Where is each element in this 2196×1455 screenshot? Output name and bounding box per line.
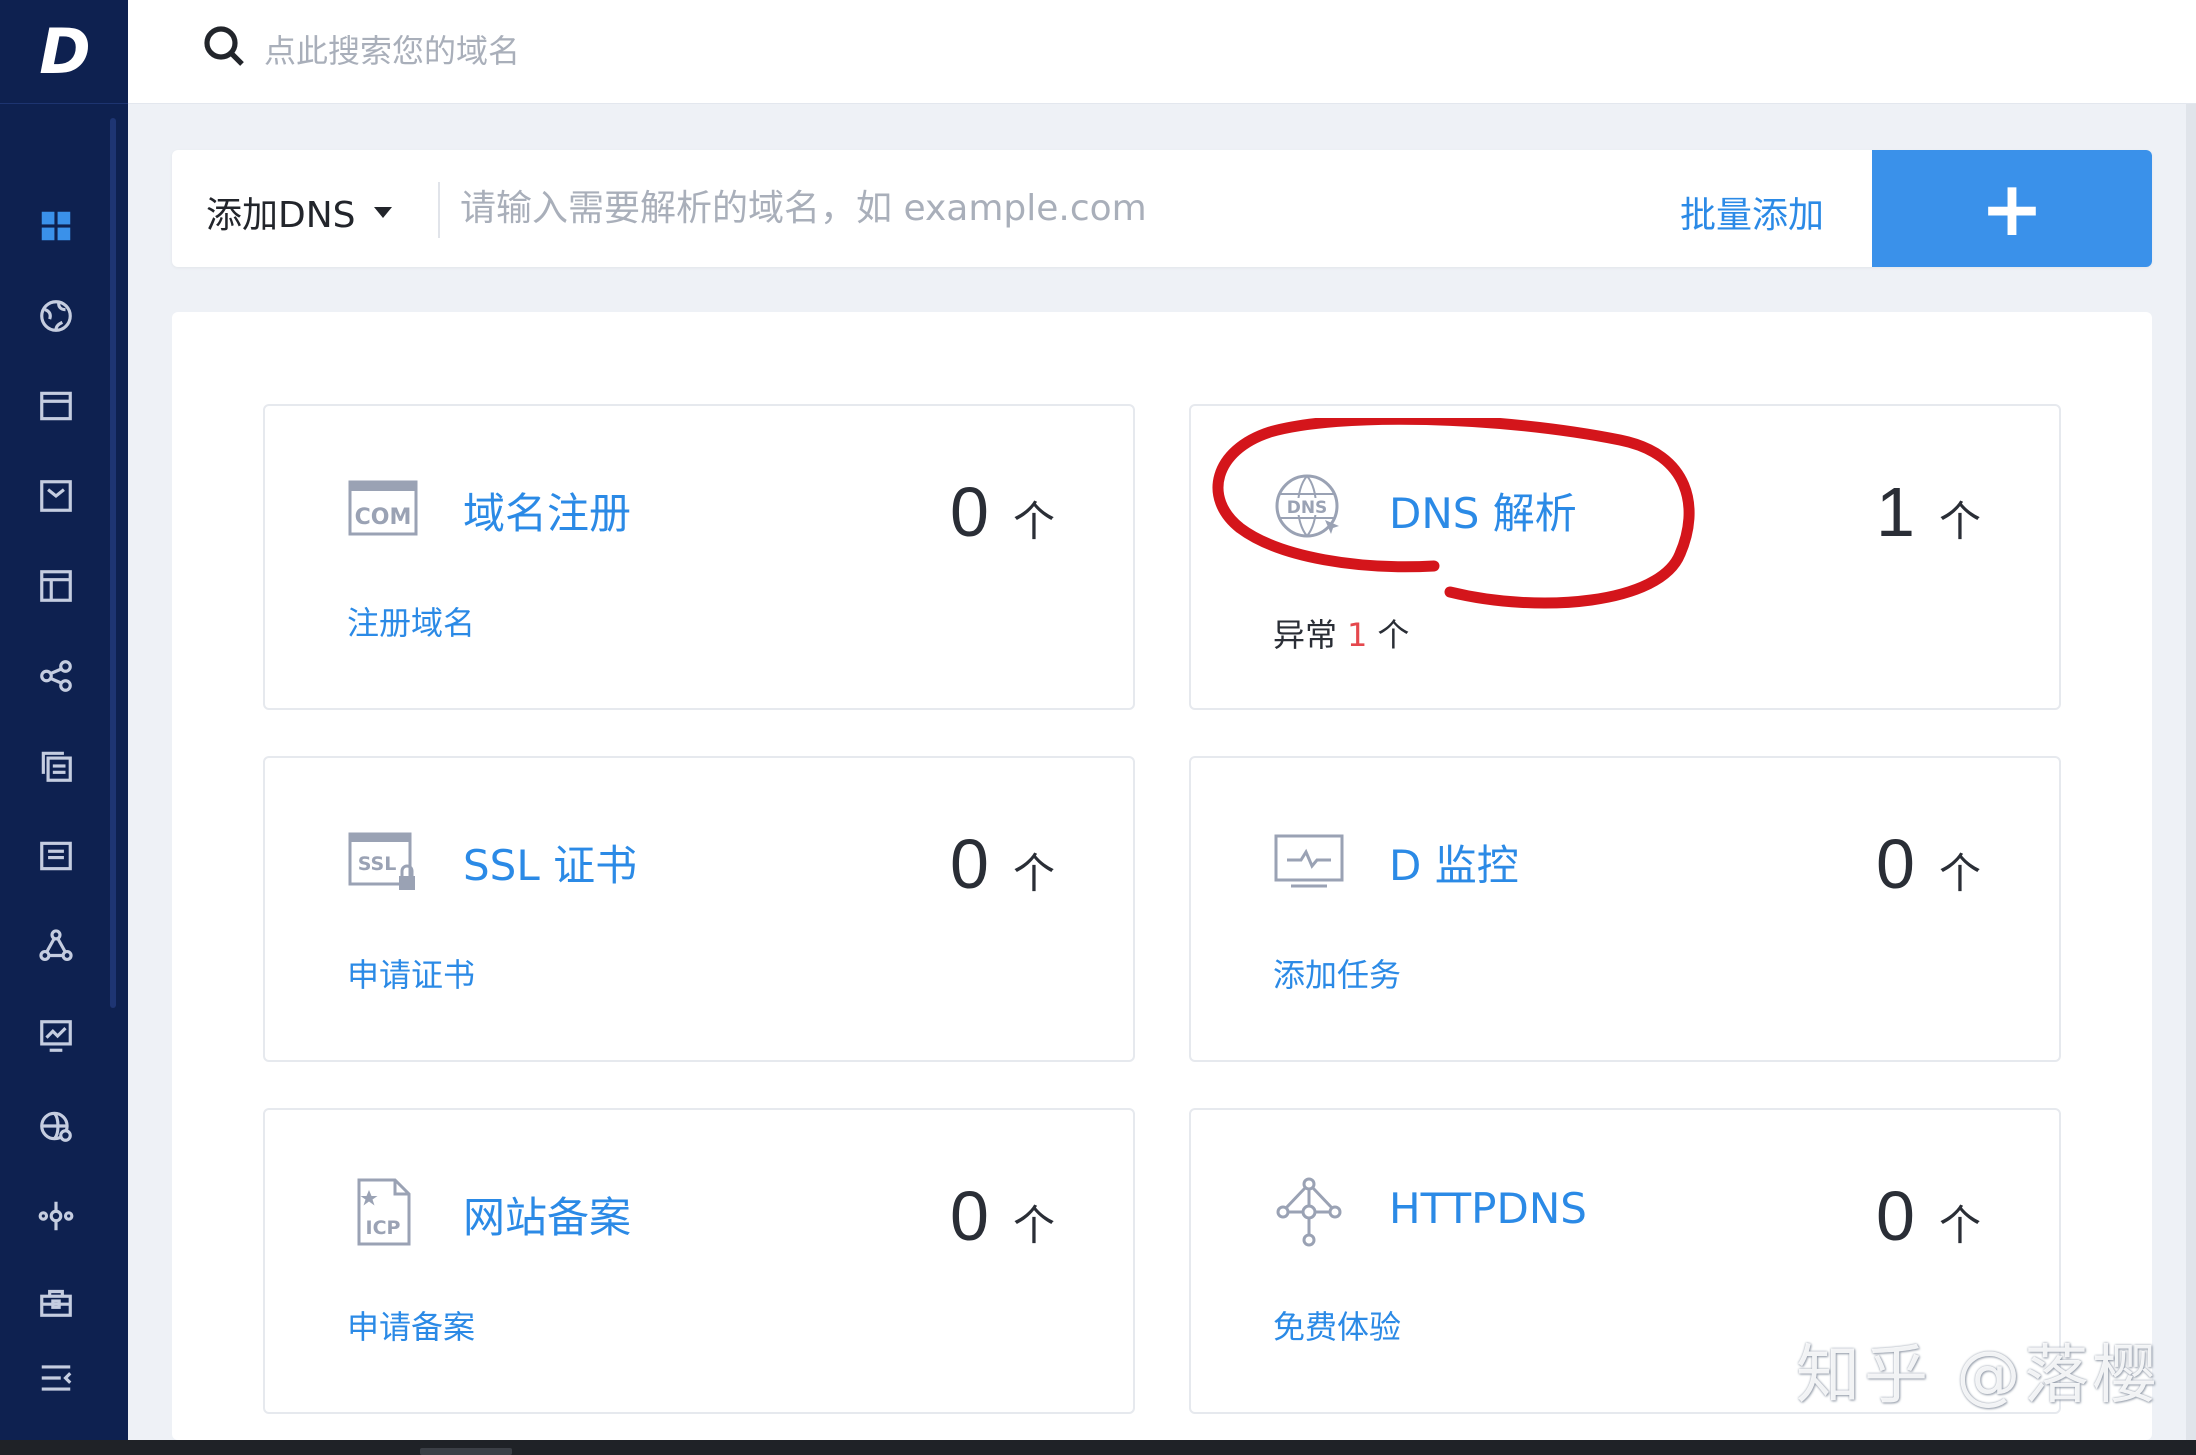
browser-window-icon[interactable]: [34, 384, 78, 428]
dns-error-status[interactable]: 异常 1 个: [1273, 610, 1409, 656]
domain-input[interactable]: [460, 180, 1620, 236]
monitor-chart-icon[interactable]: [34, 1014, 78, 1058]
com-icon-text: COM: [355, 505, 412, 530]
card-count: 0 个: [950, 472, 1055, 552]
card-title[interactable]: 域名注册: [463, 480, 631, 541]
count-unit: 个: [1012, 849, 1055, 898]
card-title[interactable]: DNS 解析: [1389, 480, 1577, 541]
caret-down-icon: [373, 206, 392, 218]
card-title[interactable]: SSL 证书: [463, 832, 637, 893]
card-ssl-certificate[interactable]: SSL SSL 证书 0 个 申请证书: [263, 756, 1135, 1062]
status-label: 异常: [1273, 616, 1338, 654]
httpdns-icon: [1273, 1176, 1345, 1248]
count-unit: 个: [1012, 1201, 1055, 1250]
count-value: 0: [1876, 825, 1915, 903]
com-icon: COM: [347, 472, 419, 544]
count-unit: 个: [1012, 497, 1055, 546]
taskbar: [0, 1440, 2196, 1455]
add-type-dropdown[interactable]: 添加DNS: [206, 186, 392, 238]
top-header: 点此搜索您的域名: [128, 0, 2196, 104]
apply-filing-link[interactable]: 申请备案: [347, 1302, 475, 1348]
dns-icon: DNS: [1273, 472, 1345, 544]
layout-icon[interactable]: [34, 564, 78, 608]
divider: [438, 182, 440, 238]
card-title[interactable]: HTTPDNS: [1389, 1184, 1587, 1233]
count-unit: 个: [1938, 849, 1981, 898]
triangle-nodes-icon[interactable]: [34, 924, 78, 968]
card-title[interactable]: D 监控: [1389, 832, 1519, 893]
count-unit: 个: [1938, 497, 1981, 546]
certificate-icon[interactable]: [34, 1279, 78, 1323]
bulk-add-link[interactable]: 批量添加: [1680, 186, 1824, 238]
card-dns-resolution[interactable]: DNS DNS 解析 1 个 异常 1 个: [1189, 404, 2061, 710]
count-value: 0: [950, 1177, 989, 1255]
page-scrollbar[interactable]: [2186, 104, 2196, 1440]
count-value: 0: [950, 473, 989, 551]
overview-panel: COM 域名注册 0 个 注册域名 DNS DNS 解析 1 个 异常 1 个 SS…: [172, 312, 2152, 1440]
status-unit: 个: [1377, 616, 1410, 654]
icp-icon-text: ICP: [366, 1217, 401, 1239]
card-title[interactable]: 网站备案: [463, 1184, 631, 1245]
sidebar: D: [0, 0, 128, 1440]
add-dns-bar: 添加DNS 批量添加 +: [172, 150, 2152, 267]
dns-icon-text: DNS: [1287, 498, 1328, 518]
sidebar-scrollbar[interactable]: [110, 118, 116, 1008]
ssl-icon-text: SSL: [358, 853, 397, 875]
watermark: 知乎 @落樱: [1796, 1339, 2161, 1413]
globe-icon[interactable]: [34, 294, 78, 338]
card-count: 0 个: [950, 1176, 1055, 1256]
count-unit: 个: [1938, 1201, 1981, 1250]
domain-search-input[interactable]: 点此搜索您的域名: [264, 26, 520, 72]
count-value: 0: [1876, 1177, 1915, 1255]
copy-icon[interactable]: [34, 744, 78, 788]
register-domain-link[interactable]: 注册域名: [347, 598, 475, 644]
checkbox-icon[interactable]: [34, 474, 78, 518]
list-icon[interactable]: [34, 834, 78, 878]
card-count: 0 个: [950, 824, 1055, 904]
monitor-icon: [1273, 824, 1345, 896]
search-icon[interactable]: [200, 22, 248, 70]
card-d-monitor[interactable]: D 监控 0 个 添加任务: [1189, 756, 2061, 1062]
app-logo[interactable]: D: [0, 0, 128, 104]
count-value: 0: [950, 825, 989, 903]
add-button[interactable]: +: [1872, 150, 2152, 267]
node-branch-icon[interactable]: [34, 1194, 78, 1238]
card-count: 0 个: [1876, 1176, 1981, 1256]
taskbar-item[interactable]: [420, 1448, 512, 1455]
globe-gear-icon[interactable]: [34, 1104, 78, 1148]
card-icp-filing[interactable]: ICP 网站备案 0 个 申请备案: [263, 1108, 1135, 1414]
add-task-link[interactable]: 添加任务: [1273, 950, 1401, 996]
free-trial-link[interactable]: 免费体验: [1273, 1302, 1401, 1348]
dashboard-icon[interactable]: [34, 204, 78, 248]
count-value: 1: [1876, 473, 1915, 551]
card-count: 0 个: [1876, 824, 1981, 904]
logo-text: D: [39, 15, 90, 88]
card-count: 1 个: [1876, 472, 1981, 552]
menu-collapse-icon[interactable]: [34, 1356, 78, 1400]
ssl-icon: SSL: [347, 824, 419, 896]
dropdown-label: 添加DNS: [206, 195, 356, 236]
icp-icon: ICP: [347, 1176, 419, 1248]
apply-certificate-link[interactable]: 申请证书: [347, 950, 475, 996]
share-icon[interactable]: [34, 654, 78, 698]
error-count: 1: [1347, 616, 1368, 654]
card-domain-registration[interactable]: COM 域名注册 0 个 注册域名: [263, 404, 1135, 710]
plus-icon: +: [1980, 163, 2044, 253]
